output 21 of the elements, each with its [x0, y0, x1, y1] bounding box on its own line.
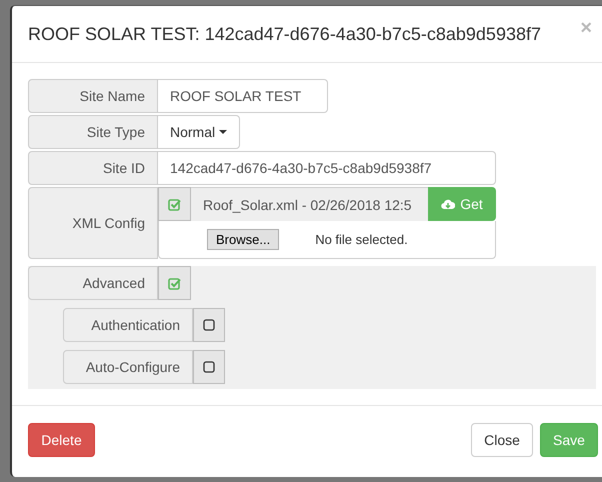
site-name-field[interactable]: ROOF SOLAR TEST	[158, 79, 328, 113]
checkbox[interactable]	[168, 276, 181, 290]
cloud-download-icon	[441, 198, 456, 210]
file-name-field: Roof_Solar.xml - 02/26/2018 12:5	[191, 187, 428, 221]
close-button[interactable]: Close	[471, 423, 533, 457]
field-label: Site Name	[28, 79, 158, 113]
site-type-dropdown[interactable]: Normal	[158, 115, 240, 149]
checkbox[interactable]	[203, 361, 215, 373]
field-label: Advanced	[28, 266, 158, 300]
field-label: Site Type	[28, 115, 158, 149]
checkbox[interactable]	[168, 198, 181, 210]
field-label: Authentication	[63, 308, 193, 342]
browse-button[interactable]: Browse...	[207, 229, 280, 250]
field-label: Auto-Configure	[63, 350, 193, 384]
field-label: XML Config	[28, 187, 158, 259]
file-status: No file selected.	[315, 232, 408, 247]
delete-button[interactable]: Delete	[28, 423, 95, 457]
site-id-field[interactable]: 142cad47-d676-4a30-b7c5-c8ab9d5938f7	[158, 151, 496, 185]
dialog-title: ROOF SOLAR TEST: 142cad47-d676-4a30-b7c5-c8ab9d5938f7	[28, 24, 542, 44]
checkbox[interactable]	[203, 319, 215, 331]
field-label: Site ID	[28, 151, 158, 185]
